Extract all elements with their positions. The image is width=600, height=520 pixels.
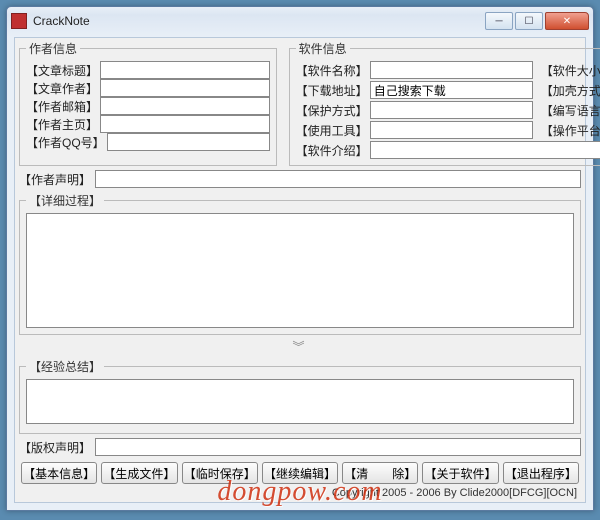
soft-intro-input[interactable] [370,141,600,159]
splitter-handle[interactable]: ︾ [15,337,585,356]
author-email-label: 【作者邮箱】 [26,98,98,115]
maximize-button[interactable]: ☐ [515,12,543,30]
footer-text: Copyright 2005 - 2006 By Clide2000[DFCG]… [15,486,585,502]
basic-info-button[interactable]: 【基本信息】 [21,462,97,484]
detail-textarea[interactable] [26,213,574,328]
button-bar: 【基本信息】 【生成文件】 【临时保存】 【继续编辑】 【清 除】 【关于软件】… [15,458,585,486]
declaration-label: 【作者声明】 [19,171,91,188]
software-legend: 软件信息 [296,40,350,57]
declaration-row: 【作者声明】 [19,170,581,188]
soft-protect-input[interactable] [370,101,533,119]
declaration-input[interactable] [95,170,581,188]
summary-legend: 【经验总结】 [26,358,104,375]
temp-save-button[interactable]: 【临时保存】 [182,462,258,484]
soft-lang-label: 【编写语言】 [541,102,600,119]
author-qq-input[interactable] [107,133,270,151]
minimize-button[interactable]: ─ [485,12,513,30]
copyright-input[interactable] [95,438,581,456]
summary-textarea[interactable] [26,379,574,424]
author-home-label: 【作者主页】 [26,116,98,133]
client-area: 作者信息 【文章标题】 【文章作者】 【作者邮箱】 【作者主页】 【作者QQ号】… [14,37,586,503]
detail-group: 【详细过程】 [19,192,581,335]
top-info-row: 作者信息 【文章标题】 【文章作者】 【作者邮箱】 【作者主页】 【作者QQ号】… [15,38,585,168]
window-buttons: ─ ☐ ✕ [483,12,589,30]
author-qq-label: 【作者QQ号】 [26,134,105,151]
soft-intro-label: 【软件介绍】 [296,142,368,159]
summary-group: 【经验总结】 [19,358,581,434]
copyright-row: 【版权声明】 [19,438,581,456]
clear-button[interactable]: 【清 除】 [342,462,418,484]
detail-legend: 【详细过程】 [26,192,104,209]
close-button[interactable]: ✕ [545,12,589,30]
article-author-label: 【文章作者】 [26,80,98,97]
article-title-label: 【文章标题】 [26,62,98,79]
app-window: CrackNote ─ ☐ ✕ 作者信息 【文章标题】 【文章作者】 【作者邮箱… [6,6,594,511]
software-group: 软件信息 【软件名称】 【软件大小】 【下载地址】 【加壳方式】 【保护方式】 … [289,40,600,166]
soft-platform-label: 【操作平台】 [541,122,600,139]
soft-download-input[interactable] [370,81,533,99]
author-legend: 作者信息 [26,40,80,57]
soft-pack-label: 【加壳方式】 [541,82,600,99]
window-title: CrackNote [33,14,483,28]
generate-file-button[interactable]: 【生成文件】 [101,462,177,484]
author-group: 作者信息 【文章标题】 【文章作者】 【作者邮箱】 【作者主页】 【作者QQ号】 [19,40,277,166]
soft-name-label: 【软件名称】 [296,62,368,79]
article-title-input[interactable] [100,61,270,79]
soft-tools-input[interactable] [370,121,533,139]
soft-tools-label: 【使用工具】 [296,122,368,139]
soft-protect-label: 【保护方式】 [296,102,368,119]
about-button[interactable]: 【关于软件】 [422,462,498,484]
soft-name-input[interactable] [370,61,533,79]
titlebar[interactable]: CrackNote ─ ☐ ✕ [7,7,593,35]
app-icon [11,13,27,29]
soft-download-label: 【下载地址】 [296,82,368,99]
author-email-input[interactable] [100,97,270,115]
soft-size-label: 【软件大小】 [541,62,600,79]
author-home-input[interactable] [100,115,270,133]
article-author-input[interactable] [100,79,270,97]
exit-button[interactable]: 【退出程序】 [503,462,579,484]
continue-edit-button[interactable]: 【继续编辑】 [262,462,338,484]
copyright-label: 【版权声明】 [19,439,91,456]
